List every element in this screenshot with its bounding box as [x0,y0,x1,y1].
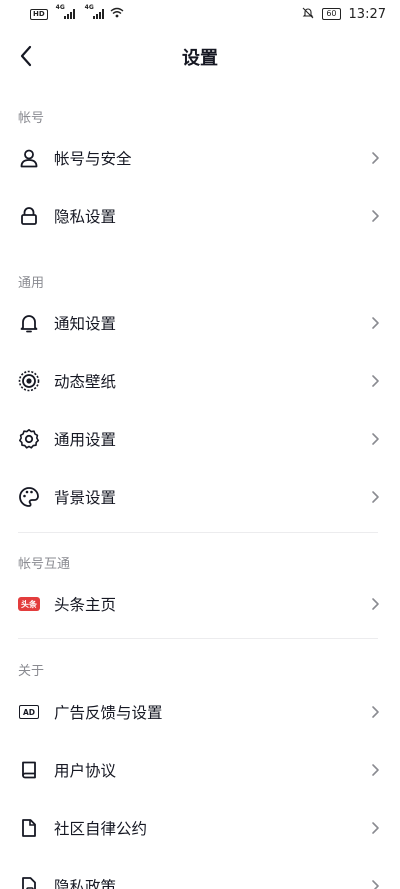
settings-row-community-guidelines[interactable]: 社区自律公约 [0,799,400,857]
settings-row-live-wallpaper[interactable]: 动态壁纸 [0,352,400,410]
book-icon [18,759,40,781]
row-label: 广告反馈与设置 [54,704,163,722]
document-icon [18,817,40,839]
row-label: 背景设置 [54,489,117,507]
settings-row-toutiao-homepage[interactable]: 头条 头条主页 [0,575,400,633]
section-label-about: 关于 [18,664,45,679]
row-label: 通知设置 [54,315,117,333]
section-label-general: 通用 [18,276,45,291]
chevron-right-icon [372,822,379,834]
row-label: 用户协议 [54,762,117,780]
settings-row-notifications[interactable]: 通知设置 [0,294,400,352]
chevron-right-icon [372,433,379,445]
chevron-right-icon [372,375,379,387]
chevron-right-icon [372,764,379,776]
chevron-right-icon [372,152,379,164]
ad-badge: AD [19,705,39,719]
status-bar: HD 4G 4G 60 13:27 [0,0,400,28]
network-type-label: 4G [55,4,65,11]
chevron-right-icon [372,706,379,718]
signal-icon-2: 4G [85,4,104,19]
row-label: 通用设置 [54,431,117,449]
battery-indicator: 60 [322,8,341,20]
toutiao-badge: 头条 [18,597,40,611]
settings-row-background[interactable]: 背景设置 [0,468,400,526]
settings-row-general[interactable]: 通用设置 [0,410,400,468]
row-label: 动态壁纸 [54,373,117,391]
section-label-linked-accounts: 帐号互通 [18,557,71,572]
signal-icon: 4G [56,4,75,19]
status-left: HD 4G 4G [30,4,124,21]
header: 设置 [0,28,400,84]
divider [18,638,378,639]
mute-bell-icon [302,7,314,22]
divider [18,532,378,533]
row-label: 隐私设置 [54,208,117,226]
network-type-label-2: 4G [84,4,94,11]
section-label-account: 帐号 [18,111,45,126]
chevron-right-icon [372,880,379,889]
settings-row-privacy[interactable]: 隐私设置 [0,187,400,245]
row-label: 社区自律公约 [54,820,148,838]
live-wallpaper-icon [18,370,40,392]
settings-row-user-agreement[interactable]: 用户协议 [0,741,400,799]
settings-row-ad-feedback[interactable]: AD 广告反馈与设置 [0,683,400,741]
user-icon [18,147,40,169]
status-right: 60 13:27 [302,7,386,22]
chevron-right-icon [372,491,379,503]
chevron-right-icon [372,598,379,610]
settings-row-privacy-policy[interactable]: 隐私政策 [0,857,400,889]
row-label: 隐私政策 [54,878,117,889]
gear-icon [18,428,40,450]
palette-icon [18,486,40,508]
hd-badge: HD [30,8,48,20]
row-label: 帐号与安全 [54,150,132,168]
lock-icon [18,205,40,227]
chevron-right-icon [372,317,379,329]
row-label: 头条主页 [54,596,117,614]
chevron-right-icon [372,210,379,222]
wifi-icon [110,7,124,21]
toutiao-icon: 头条 [18,593,40,615]
privacy-doc-icon [18,875,40,889]
bell-icon [18,312,40,334]
settings-row-account-security[interactable]: 帐号与安全 [0,129,400,187]
page-title: 设置 [182,48,218,69]
clock: 13:27 [348,6,386,22]
ad-icon: AD [18,701,40,723]
